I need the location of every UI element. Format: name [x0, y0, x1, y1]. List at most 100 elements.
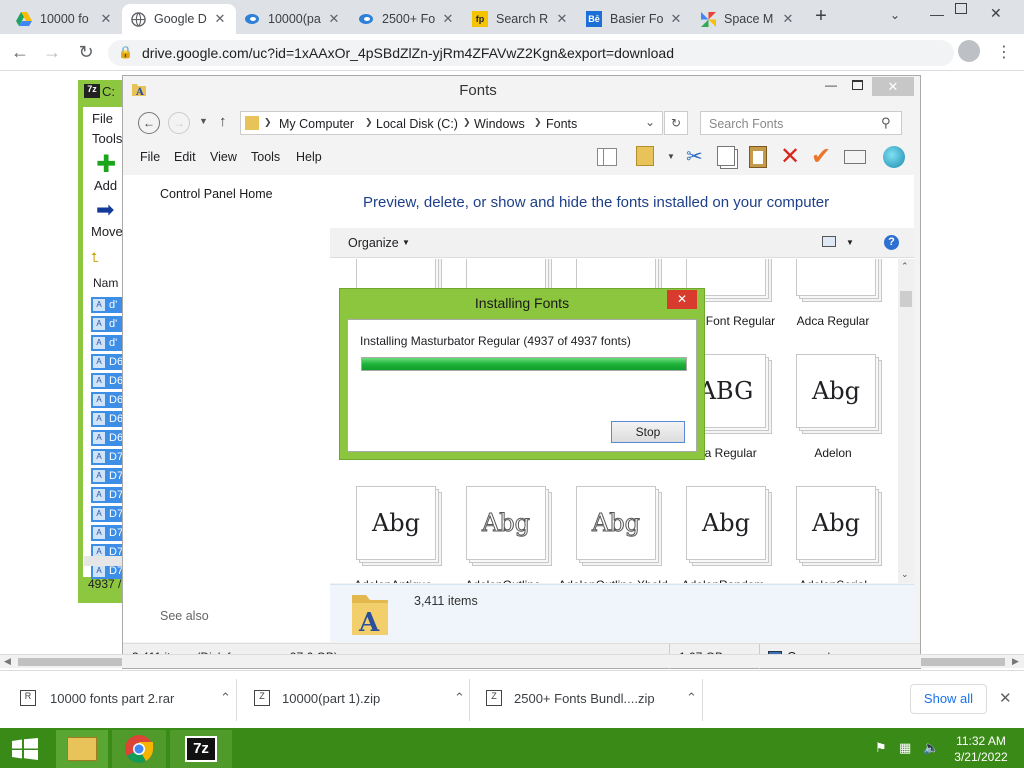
- scroll-down-icon[interactable]: ⌄: [901, 569, 909, 580]
- restore-icon[interactable]: [955, 3, 967, 14]
- font-name: Adelon: [814, 446, 852, 460]
- close-icon[interactable]: ✕: [98, 11, 114, 27]
- menu-tools[interactable]: Tools: [251, 150, 280, 164]
- windows-start-icon[interactable]: [12, 738, 38, 760]
- menu-view[interactable]: View: [210, 150, 237, 164]
- close-icon[interactable]: ✕: [554, 11, 570, 27]
- close-button[interactable]: ✕: [872, 77, 914, 96]
- crumb-local-disk[interactable]: Local Disk (C:): [376, 117, 458, 131]
- window-close-icon[interactable]: ✕: [990, 5, 1002, 22]
- download-item-3[interactable]: Z 2500+ Fonts Bundl....zip ⌃: [486, 690, 697, 706]
- properties-check-icon[interactable]: ✔: [811, 142, 831, 171]
- network-icon[interactable]: ▦: [899, 740, 911, 756]
- chevron-down-icon[interactable]: ▼: [402, 238, 410, 247]
- chevron-up-icon[interactable]: ⌃: [686, 690, 697, 706]
- tab-search-icon[interactable]: ⌄: [890, 8, 900, 22]
- minimize-button[interactable]: —: [825, 78, 837, 92]
- globe-icon[interactable]: [883, 146, 905, 168]
- download-filename: 10000(part 1).zip: [282, 690, 381, 706]
- organize-button[interactable]: Organize: [348, 236, 399, 250]
- tab-6[interactable]: Bē Basier Fo ✕: [578, 4, 692, 34]
- volume-icon[interactable]: 🔈: [923, 740, 939, 756]
- close-downloads-icon[interactable]: ✕: [999, 689, 1012, 707]
- close-icon[interactable]: ✕: [326, 11, 342, 27]
- command-bar: Organize ▼ ▼ ?: [330, 228, 914, 258]
- refresh-icon[interactable]: ↻: [664, 111, 688, 135]
- tab-2[interactable]: Google D ✕: [122, 4, 236, 34]
- new-tab-button[interactable]: +: [810, 6, 832, 28]
- view-icon[interactable]: [822, 236, 836, 247]
- tab-7[interactable]: Space M ✕: [692, 4, 804, 34]
- minimize-icon[interactable]: —: [930, 6, 944, 22]
- vertical-scrollbar[interactable]: ⌃ ⌄: [898, 259, 914, 583]
- help-icon[interactable]: ?: [884, 235, 899, 250]
- add-icon[interactable]: ✚: [96, 153, 116, 177]
- copy-icon[interactable]: [717, 146, 735, 166]
- menu-help[interactable]: Help: [296, 150, 322, 164]
- download-item-2[interactable]: Z 10000(part 1).zip ⌃: [254, 690, 465, 706]
- scroll-up-icon[interactable]: ⌃: [901, 261, 909, 272]
- close-icon[interactable]: ✕: [668, 11, 684, 27]
- clock-time[interactable]: 11:32 AM: [950, 734, 1012, 748]
- page-horizontal-scrollbar[interactable]: ◀ ▶: [0, 654, 1024, 668]
- layout-pane-icon[interactable]: [597, 148, 617, 166]
- download-item-1[interactable]: R 10000 fonts part 2.rar ⌃: [20, 690, 231, 706]
- menu-file[interactable]: File: [140, 150, 160, 164]
- up-arrow-icon[interactable]: ↑: [219, 113, 227, 130]
- menu-kebab-icon[interactable]: ⋮: [992, 40, 1016, 64]
- back-icon[interactable]: ←: [8, 40, 32, 64]
- stop-button[interactable]: Stop: [611, 421, 685, 443]
- breadcrumb[interactable]: ❯ My Computer ❯ Local Disk (C:) ❯ Window…: [240, 111, 663, 135]
- move-icon[interactable]: ➡: [96, 199, 114, 221]
- scroll-thumb[interactable]: [900, 291, 912, 307]
- search-icon: ⚲: [881, 115, 891, 130]
- tab-5[interactable]: fp Search R ✕: [464, 4, 578, 34]
- menu-edit[interactable]: Edit: [174, 150, 196, 164]
- menu-file[interactable]: File: [92, 111, 113, 126]
- sevenzip-taskbar[interactable]: 7z: [170, 730, 232, 768]
- clock-date[interactable]: 3/21/2022: [950, 750, 1012, 764]
- back-button[interactable]: ←: [138, 112, 160, 134]
- font-file-icon: Abg: [796, 486, 882, 566]
- browser-tab-strip: 10000 fo ✕ Google D ✕ 10000(pa ✕ 2500+ F…: [0, 0, 1024, 34]
- folder-options-icon[interactable]: [636, 146, 654, 166]
- tab-4[interactable]: 2500+ Fo ✕: [350, 4, 464, 34]
- delete-icon[interactable]: ✕: [780, 142, 800, 171]
- tab-1[interactable]: 10000 fo ✕: [8, 4, 122, 34]
- forward-button[interactable]: →: [168, 112, 190, 134]
- dialog-close-button[interactable]: ✕: [667, 290, 697, 309]
- flag-icon[interactable]: ⚑: [875, 740, 887, 756]
- reload-icon[interactable]: ↻: [74, 40, 98, 64]
- close-icon[interactable]: ✕: [440, 11, 456, 27]
- paste-icon[interactable]: [749, 146, 767, 168]
- tab-3[interactable]: 10000(pa ✕: [236, 4, 350, 34]
- close-icon[interactable]: ✕: [212, 11, 228, 27]
- dialog-title: Installing Fonts: [474, 295, 570, 311]
- name-column[interactable]: Nam: [93, 276, 118, 290]
- crumb-windows[interactable]: Windows: [474, 117, 525, 131]
- show-all-button[interactable]: Show all: [910, 684, 987, 714]
- crumb-my-computer[interactable]: My Computer: [279, 117, 354, 131]
- chevron-down-icon[interactable]: ⌄: [645, 115, 655, 129]
- chevron-up-icon[interactable]: ⌃: [220, 690, 231, 706]
- address-bar[interactable]: 🔒 drive.google.com/uc?id=1xAAxOr_4pSBdZl…: [108, 40, 954, 66]
- sevenzip-status: 4937 /: [88, 577, 122, 591]
- profile-avatar[interactable]: [958, 40, 980, 62]
- chrome-taskbar[interactable]: [112, 730, 166, 768]
- rename-icon[interactable]: [844, 150, 866, 164]
- recent-dropdown-icon[interactable]: ▼: [199, 116, 208, 126]
- control-panel-home-link[interactable]: Control Panel Home: [160, 187, 273, 201]
- crumb-fonts[interactable]: Fonts: [546, 117, 577, 131]
- file-explorer-taskbar[interactable]: [56, 730, 108, 768]
- folder-up-icon[interactable]: ⮤: [91, 250, 99, 266]
- cut-icon[interactable]: ✂: [686, 144, 703, 169]
- search-input[interactable]: Search Fonts ⚲: [700, 111, 902, 135]
- close-icon[interactable]: ✕: [780, 11, 796, 27]
- menu-tools[interactable]: Tools: [92, 131, 122, 146]
- chevron-down-icon[interactable]: ▼: [846, 238, 854, 247]
- forward-icon[interactable]: →: [40, 40, 64, 64]
- maximize-button[interactable]: [852, 80, 863, 90]
- chevron-down-icon[interactable]: ▼: [667, 152, 675, 161]
- sevenzip-title: C:: [102, 84, 115, 99]
- chevron-up-icon[interactable]: ⌃: [454, 690, 465, 706]
